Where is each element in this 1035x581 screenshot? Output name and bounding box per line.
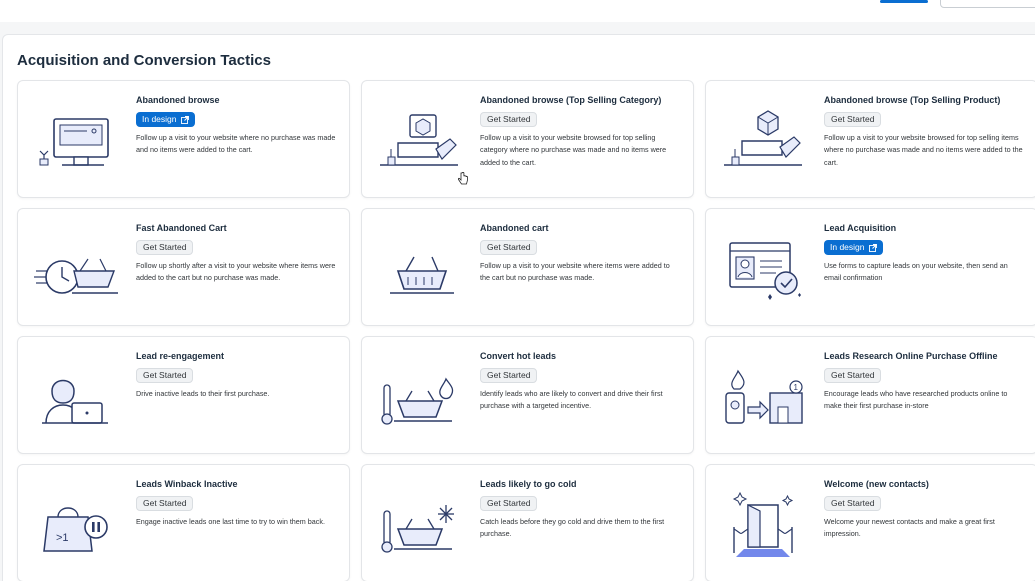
svg-text:>1: >1 bbox=[56, 532, 69, 544]
tactic-card[interactable]: Abandoned browse In design Follow up a vi… bbox=[17, 80, 350, 198]
tactic-card[interactable]: Lead re-engagement Get Started Drive inact… bbox=[17, 336, 350, 454]
tactic-card-title: Abandoned browse (Top Selling Category) bbox=[480, 95, 662, 105]
tactic-card-description: Identify leads who are likely to convert… bbox=[480, 389, 663, 411]
tactic-card-title: Lead Acquisition bbox=[824, 223, 897, 233]
tactic-card-description: Follow up a visit to your website browse… bbox=[824, 133, 1023, 167]
tactic-card-content: Convert hot leads Get Started Identify lea… bbox=[480, 350, 681, 413]
tactic-card-content: Fast Abandoned Cart Get Started Follow up … bbox=[136, 222, 337, 285]
get-started-button[interactable]: Get Started bbox=[136, 368, 194, 383]
tactic-card-title: Abandoned browse (Top Selling Product) bbox=[824, 95, 1001, 105]
tactic-card-description: Follow up shortly after a visit to your … bbox=[136, 261, 336, 283]
get-started-button[interactable]: Get Started bbox=[136, 496, 194, 511]
status-label: Get Started bbox=[487, 370, 531, 380]
get-started-button[interactable]: Get Started bbox=[480, 112, 538, 127]
tactic-card-content: Abandoned cart Get Started Follow up a vis… bbox=[480, 222, 681, 285]
tactic-card-title: Fast Abandoned Cart bbox=[136, 223, 227, 233]
tactic-card-title: Welcome (new contacts) bbox=[824, 479, 929, 489]
tactic-card-title: Abandoned browse bbox=[136, 95, 220, 105]
top-bar bbox=[0, 0, 1035, 22]
status-label: In design bbox=[830, 242, 865, 252]
tactic-card-content: Abandoned browse In design Follow up a vi… bbox=[136, 94, 337, 157]
tactic-card-description: Catch leads before they go cold and driv… bbox=[480, 517, 665, 539]
external-link-icon bbox=[180, 115, 189, 124]
status-label: Get Started bbox=[143, 498, 187, 508]
tactic-card-description: Use forms to capture leads on your websi… bbox=[824, 261, 1008, 283]
get-started-button[interactable]: Get Started bbox=[136, 240, 194, 255]
get-started-button[interactable]: Get Started bbox=[824, 368, 882, 383]
status-label: Get Started bbox=[143, 242, 187, 252]
tactic-card-title: Leads Winback Inactive bbox=[136, 479, 238, 489]
status-label: Get Started bbox=[487, 114, 531, 124]
tactic-card[interactable]: Fast Abandoned Cart Get Started Follow up … bbox=[17, 208, 350, 326]
get-started-button[interactable]: Get Started bbox=[824, 496, 882, 511]
in-design-badge[interactable]: In design bbox=[136, 112, 195, 127]
svg-text:1: 1 bbox=[794, 383, 799, 392]
tactic-card[interactable]: Abandoned browse (Top Selling Product) Ge… bbox=[705, 80, 1035, 198]
section-title: Acquisition and Conversion Tactics bbox=[17, 52, 271, 69]
tactic-card-title: Abandoned cart bbox=[480, 223, 549, 233]
tactics-grid: Abandoned browse In design Follow up a vi… bbox=[17, 80, 1035, 581]
tactic-card[interactable]: Leads likely to go cold Get Started Catch … bbox=[361, 464, 694, 581]
tactic-card-title: Convert hot leads bbox=[480, 351, 557, 361]
tactic-card-description: Follow up a visit to your website where … bbox=[136, 133, 336, 155]
status-label: Get Started bbox=[143, 370, 187, 380]
tactic-card-title: Lead re-engagement bbox=[136, 351, 225, 361]
in-design-badge[interactable]: In design bbox=[824, 240, 883, 255]
tactic-card-content: Lead re-engagement Get Started Drive inact… bbox=[136, 350, 337, 400]
tactic-card-content: Leads likely to go cold Get Started Catch … bbox=[480, 478, 681, 541]
tactic-card-description: Follow up a visit to your website browse… bbox=[480, 133, 667, 167]
tactic-card-description: Drive inactive leads to their first purc… bbox=[136, 389, 270, 398]
tactic-card-title: Leads likely to go cold bbox=[480, 479, 577, 489]
top-link[interactable] bbox=[880, 0, 928, 3]
tactic-card-content: Leads Winback Inactive Get Started Engage … bbox=[136, 478, 337, 528]
tactic-card-description: Engage inactive leads one last time to t… bbox=[136, 517, 325, 526]
tactic-card-content: Welcome (new contacts) Get Started Welcome… bbox=[824, 478, 1025, 541]
monitor-icon bbox=[32, 95, 120, 183]
get-started-button[interactable]: Get Started bbox=[824, 112, 882, 127]
tactic-card[interactable]: Abandoned browse (Top Selling Category) G… bbox=[361, 80, 694, 198]
product-hand-icon bbox=[720, 95, 808, 183]
tactic-card[interactable]: Welcome (new contacts) Get Started Welcome… bbox=[705, 464, 1035, 581]
tactic-card-content: Leads Research Online Purchase Offline Ge… bbox=[824, 350, 1025, 413]
tactic-card-content: Lead Acquisition In design Use forms to c… bbox=[824, 222, 1025, 285]
hot-basket-icon bbox=[376, 351, 464, 439]
cold-basket-icon bbox=[376, 479, 464, 567]
status-label: In design bbox=[142, 114, 177, 124]
tactic-card[interactable]: 1 Leads Research Online Purchase Offline G… bbox=[705, 336, 1035, 454]
shopping-bag-pause-icon: >1 bbox=[32, 479, 120, 567]
category-hand-icon bbox=[376, 95, 464, 183]
tactic-card-title: Leads Research Online Purchase Offline bbox=[824, 351, 998, 361]
get-started-button[interactable]: Get Started bbox=[480, 240, 538, 255]
status-label: Get Started bbox=[831, 370, 875, 380]
tactic-card[interactable]: Lead Acquisition In design Use forms to c… bbox=[705, 208, 1035, 326]
status-label: Get Started bbox=[487, 242, 531, 252]
tactic-card-content: Abandoned browse (Top Selling Product) Ge… bbox=[824, 94, 1025, 169]
status-label: Get Started bbox=[831, 114, 875, 124]
get-started-button[interactable]: Get Started bbox=[480, 496, 538, 511]
get-started-button[interactable]: Get Started bbox=[480, 368, 538, 383]
tactic-card[interactable]: >1 Leads Winback Inactive Get Started Enga… bbox=[17, 464, 350, 581]
tactic-card-content: Abandoned browse (Top Selling Category) G… bbox=[480, 94, 681, 169]
tactic-card[interactable]: Convert hot leads Get Started Identify lea… bbox=[361, 336, 694, 454]
phone-store-icon: 1 bbox=[720, 351, 808, 439]
fast-cart-icon bbox=[32, 223, 120, 311]
status-label: Get Started bbox=[831, 498, 875, 508]
welcome-door-icon bbox=[720, 479, 808, 567]
top-search-field[interactable] bbox=[940, 0, 1035, 8]
tactic-card-description: Welcome your newest contacts and make a … bbox=[824, 517, 995, 539]
form-check-icon bbox=[720, 223, 808, 311]
tactic-card-description: Encourage leads who have researched prod… bbox=[824, 389, 1008, 411]
basket-icon bbox=[376, 223, 464, 311]
hand-cursor-icon bbox=[458, 172, 468, 185]
person-laptop-icon bbox=[32, 351, 120, 439]
external-link-icon bbox=[868, 243, 877, 252]
status-label: Get Started bbox=[487, 498, 531, 508]
tactic-card[interactable]: Abandoned cart Get Started Follow up a vis… bbox=[361, 208, 694, 326]
tactic-card-description: Follow up a visit to your website where … bbox=[480, 261, 670, 283]
